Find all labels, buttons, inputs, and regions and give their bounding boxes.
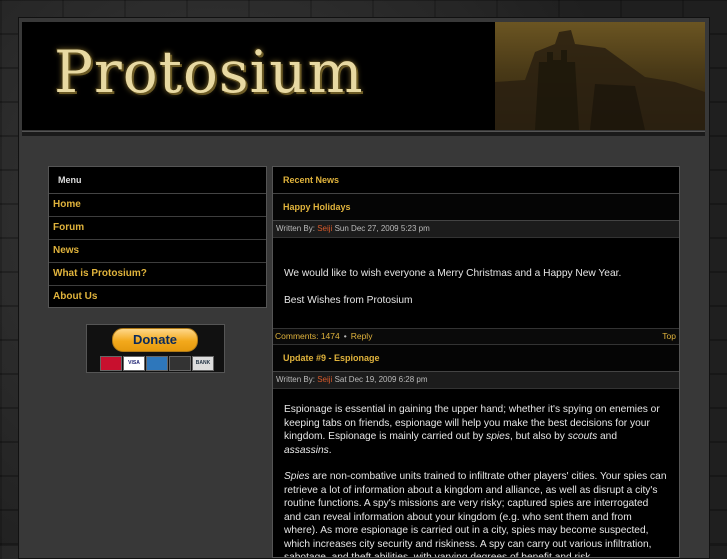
post-meta: Written By: Seiji Sat Dec 19, 2009 6:28 … <box>273 372 679 389</box>
castle-image <box>495 22 705 130</box>
post-paragraph: We would like to wish everyone a Merry C… <box>284 268 622 279</box>
amex-icon <box>146 356 168 371</box>
top-link[interactable]: Top <box>662 329 676 344</box>
post-author[interactable]: Seiji <box>317 375 332 384</box>
post-paragraph: Best Wishes from Protosium <box>284 294 413 306</box>
reply-link[interactable]: Reply <box>351 331 373 341</box>
written-by-label: Written By: <box>276 224 315 233</box>
post-author[interactable]: Seiji <box>317 224 332 233</box>
post-body: We would like to wish everyone a Merry C… <box>273 238 679 328</box>
discover-icon <box>169 356 191 371</box>
text-run: . <box>328 444 332 456</box>
menu-heading: Menu <box>49 167 266 194</box>
visa-icon: VISA <box>123 356 145 371</box>
post-meta: Written By: Seiji Sun Dec 27, 2009 5:23 … <box>273 221 679 238</box>
menu-item-news[interactable]: News <box>49 240 266 263</box>
menu-item-about-us[interactable]: About Us <box>49 286 266 308</box>
banner-divider <box>22 131 705 136</box>
post-title[interactable]: Update #9 - Espionage <box>273 345 679 372</box>
text-run: and <box>597 431 617 442</box>
text-run: , but also by <box>509 431 568 442</box>
site-banner: Protosium <box>22 22 705 130</box>
post-body: Espionage is essential in gaining the up… <box>273 389 679 557</box>
post-footer: Comments: 1474 • Reply Top <box>273 328 679 345</box>
text-run: spies <box>486 431 510 442</box>
text-run: scouts <box>567 431 598 442</box>
news-heading: Recent News <box>273 167 679 194</box>
footer-separator: • <box>343 331 347 341</box>
donate-panel: Donate VISA BANK <box>86 324 225 373</box>
menu-item-what-is-protosium[interactable]: What is Protosium? <box>49 263 266 286</box>
post-date: Sun Dec 27, 2009 5:23 pm <box>334 224 430 233</box>
post-date: Sat Dec 19, 2009 6:28 pm <box>334 375 428 384</box>
site-logo: Protosium <box>54 38 364 106</box>
mastercard-icon <box>100 356 122 371</box>
written-by-label: Written By: <box>276 375 315 384</box>
bank-icon: BANK <box>192 356 214 371</box>
sidebar-menu: Menu Home Forum News What is Protosium? … <box>48 166 267 308</box>
text-run: assassins <box>284 444 329 456</box>
comments-link[interactable]: Comments: 1474 <box>275 331 340 341</box>
text-run: Spies <box>284 471 310 482</box>
post-paragraph: Espionage is essential in gaining the up… <box>284 403 667 457</box>
menu-item-home[interactable]: Home <box>49 194 266 217</box>
recent-news-panel: Recent News Happy Holidays Written By: S… <box>272 166 680 558</box>
donate-button[interactable]: Donate <box>112 328 198 352</box>
menu-item-forum[interactable]: Forum <box>49 217 266 240</box>
post-title[interactable]: Happy Holidays <box>273 194 679 221</box>
